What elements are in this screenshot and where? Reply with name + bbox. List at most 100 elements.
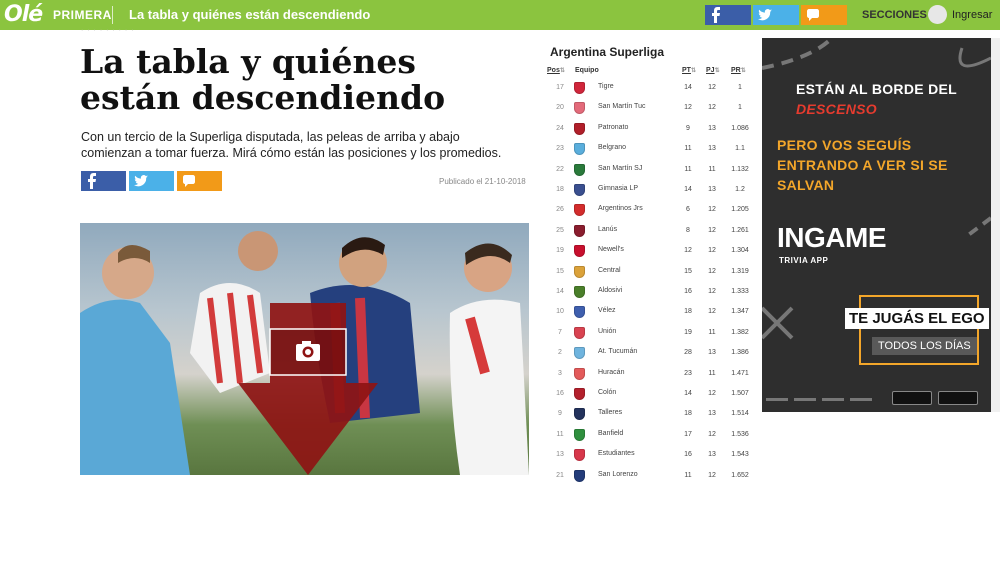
cell-pt: 14 xyxy=(684,84,692,91)
section-link[interactable]: PRIMERA xyxy=(53,8,112,22)
twitter-icon xyxy=(758,9,772,21)
cell-team: Vélez xyxy=(598,307,616,315)
table-row[interactable]: 21 San Lorenzo 11 12 1.652 xyxy=(547,465,752,485)
cell-pr: 1.333 xyxy=(731,288,749,295)
cell-pos: 19 xyxy=(556,247,564,255)
comments-button[interactable] xyxy=(801,5,847,25)
table-row[interactable]: 25 Lanús 8 12 1.261 xyxy=(547,220,752,240)
cell-pj: 13 xyxy=(708,349,716,357)
cell-pos: 24 xyxy=(556,124,564,132)
cell-pr: 1.132 xyxy=(731,165,749,173)
table-row[interactable]: 23 Belgrano 11 13 1.1 xyxy=(547,138,752,158)
cell-pr: 1.652 xyxy=(731,471,749,479)
table-row[interactable]: 2 At. Tucumán 28 13 1.386 xyxy=(547,342,752,362)
bar-article-title: La tabla y quiénes están descendiendo xyxy=(129,7,371,22)
cell-pt: 18 xyxy=(684,410,692,418)
cell-pj: 12 xyxy=(708,471,716,479)
ad-line-1: ESTÁN AL BORDE DEL xyxy=(796,81,957,97)
col-header-pr[interactable]: PR xyxy=(731,67,746,74)
table-row[interactable]: 7 Unión 19 11 1.382 xyxy=(547,322,752,342)
col-header-pt[interactable]: PT xyxy=(682,67,696,74)
cell-pos: 13 xyxy=(556,451,564,459)
table-row[interactable]: 19 Newell's 12 12 1.304 xyxy=(547,240,752,260)
table-row[interactable]: 10 Vélez 18 12 1.347 xyxy=(547,301,752,321)
article-twitter-share[interactable] xyxy=(129,171,174,191)
cell-pt: 15 xyxy=(684,267,692,275)
team-crest-icon xyxy=(574,286,585,298)
cell-pr: 1.1 xyxy=(735,145,745,153)
article-comments-button[interactable] xyxy=(177,171,222,191)
table-row[interactable]: 16 Colón 14 12 1.507 xyxy=(547,383,752,403)
camera-icon xyxy=(296,341,320,361)
table-row[interactable]: 24 Patronato 9 13 1.086 xyxy=(547,118,752,138)
standings-title: Argentina Superliga xyxy=(550,45,665,59)
cell-pr: 1.205 xyxy=(731,206,749,214)
ad-edge xyxy=(991,38,1000,412)
cell-team: Patronato xyxy=(598,123,629,131)
cell-pt: 11 xyxy=(684,165,692,173)
table-row[interactable]: 17 Tigre 14 12 1 xyxy=(547,77,752,97)
divider xyxy=(112,6,113,24)
col-header-pj[interactable]: PJ xyxy=(706,67,720,74)
cell-pr: 1 xyxy=(738,84,742,91)
comment-icon xyxy=(183,175,195,187)
cell-pos: 18 xyxy=(556,186,564,193)
table-row[interactable]: 26 Argentinos Jrs 6 12 1.205 xyxy=(547,199,752,219)
article-lede: Con un tercio de la Superliga disputada,… xyxy=(81,130,502,160)
article-photo[interactable] xyxy=(80,223,529,475)
col-header-team: Equipo xyxy=(575,67,599,74)
cell-pt: 17 xyxy=(684,430,692,438)
cell-pt: 12 xyxy=(684,104,692,112)
cell-pos: 16 xyxy=(556,390,564,397)
cell-pr: 1.2 xyxy=(735,186,745,193)
app-store-badge[interactable] xyxy=(938,391,978,405)
table-row[interactable]: 20 San Martín Tuc 12 12 1 xyxy=(547,97,752,117)
ad-dash xyxy=(794,398,816,401)
advertisement[interactable]: ESTÁN AL BORDE DEL DESCENSO PERO VOS SEG… xyxy=(762,38,991,412)
user-avatar[interactable] xyxy=(928,5,947,24)
site-logo[interactable]: Olé xyxy=(4,2,43,27)
cell-pt: 14 xyxy=(684,186,692,193)
cell-pos: 14 xyxy=(556,288,564,295)
cell-pt: 14 xyxy=(684,390,692,397)
team-crest-icon xyxy=(574,224,585,237)
cell-pr: 1.086 xyxy=(731,124,749,132)
table-row[interactable]: 13 Estudiantes 16 13 1.543 xyxy=(547,444,752,464)
cell-pj: 13 xyxy=(708,124,716,132)
cell-team: Newell's xyxy=(598,246,624,254)
sections-menu-button[interactable]: SECCIONES xyxy=(862,9,936,21)
login-link[interactable]: Ingresar xyxy=(952,9,992,21)
facebook-share-button[interactable] xyxy=(705,5,751,25)
table-row[interactable]: 3 Huracán 23 11 1.471 xyxy=(547,363,752,383)
cell-pj: 13 xyxy=(708,186,716,193)
cell-pos: 3 xyxy=(558,369,562,377)
table-row[interactable]: 18 Gimnasia LP 14 13 1.2 xyxy=(547,179,752,199)
team-crest-icon xyxy=(574,122,585,135)
table-row[interactable]: 11 Banfield 17 12 1.536 xyxy=(547,424,752,444)
cell-team: Tigre xyxy=(598,83,614,90)
cell-pj: 12 xyxy=(708,390,716,397)
cell-pt: 16 xyxy=(684,288,692,295)
cell-pr: 1 xyxy=(738,104,742,112)
cell-pj: 12 xyxy=(708,206,716,214)
cell-pj: 12 xyxy=(708,247,716,255)
team-crest-icon xyxy=(574,184,585,196)
cell-pt: 11 xyxy=(684,471,692,479)
article-facebook-share[interactable] xyxy=(81,171,126,191)
cell-pos: 9 xyxy=(558,410,562,418)
google-play-badge[interactable] xyxy=(892,391,932,405)
twitter-share-button[interactable] xyxy=(753,5,799,25)
cell-pr: 1.543 xyxy=(731,451,749,459)
page-title: La tabla y quiénes están descendiendo xyxy=(80,42,446,117)
col-header-pos[interactable]: Pos xyxy=(547,67,565,74)
cell-team: Colón xyxy=(598,389,617,396)
cell-pos: 7 xyxy=(558,328,562,336)
table-row[interactable]: 15 Central 15 12 1.319 xyxy=(547,261,752,281)
table-row[interactable]: 14 Aldosivi 16 12 1.333 xyxy=(547,281,752,301)
cell-pj: 12 xyxy=(708,104,716,112)
photo-illustration xyxy=(80,231,529,475)
cell-pj: 11 xyxy=(708,369,716,377)
table-row[interactable]: 9 Talleres 18 13 1.514 xyxy=(547,403,752,423)
top-bar: Olé PRIMERA La tabla y quiénes están des… xyxy=(0,0,1000,30)
table-row[interactable]: 22 San Martín SJ 11 11 1.132 xyxy=(547,159,752,179)
